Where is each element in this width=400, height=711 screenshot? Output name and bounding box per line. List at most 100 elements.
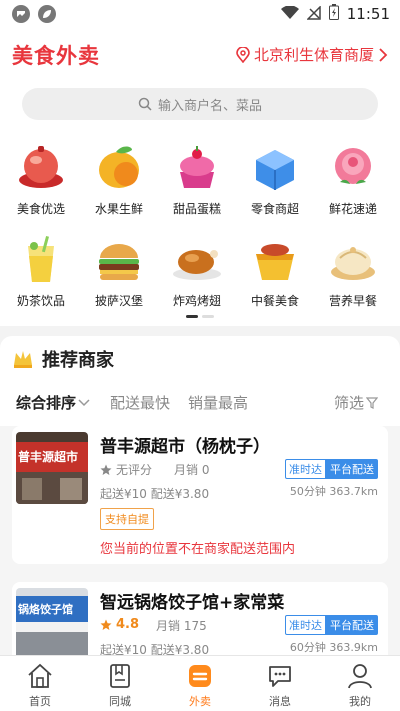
- tab-local[interactable]: 同城: [90, 662, 150, 709]
- category-chinese-food[interactable]: 中餐美食: [236, 232, 314, 309]
- store-monthly-sales: 月销 175: [156, 619, 207, 633]
- star-icon: [100, 619, 112, 630]
- filter-button[interactable]: 筛选: [334, 392, 379, 413]
- rating-score: 4.8: [116, 617, 140, 632]
- tab-label: 消息: [269, 695, 291, 708]
- store-sign-text: 普丰源超市: [18, 450, 79, 464]
- store-name: 智远锅烙饺子馆+家常菜: [100, 593, 285, 613]
- store-rating: 4.8: [100, 617, 139, 632]
- rating-text: 无评分: [116, 463, 153, 477]
- category-flowers[interactable]: 鲜花速递: [314, 140, 392, 217]
- star-icon: [100, 464, 112, 475]
- category-label: 水果生鲜: [94, 202, 143, 216]
- tab-messages[interactable]: 消息: [250, 662, 310, 709]
- store-distance: 50分钟 363.7km: [289, 485, 378, 498]
- store-monthly-sales: 月销 0: [174, 463, 210, 477]
- status-bar: 11:51: [0, 0, 400, 28]
- sort-comprehensive[interactable]: 综合排序: [16, 392, 90, 413]
- category-fruit[interactable]: 水果生鲜: [80, 140, 158, 217]
- store-card[interactable]: 锅烙饺子馆 智远锅烙饺子馆+家常菜 4.8 月销 175 准时达 平台配送 起送…: [12, 582, 388, 658]
- burger-icon: [92, 232, 146, 286]
- store-name: 普丰源超市（杨枕子）: [100, 437, 270, 457]
- category-label: 奶茶饮品: [16, 294, 65, 308]
- category-milk-tea[interactable]: 奶茶饮品: [2, 232, 80, 309]
- box-icon: [248, 140, 302, 194]
- milk-tea-icon: [14, 232, 68, 286]
- cake-icon: [170, 140, 224, 194]
- tab-home[interactable]: 首页: [10, 662, 70, 709]
- user-icon: [346, 662, 374, 690]
- book-icon: [106, 662, 134, 690]
- search-input[interactable]: 输入商户名、菜品: [22, 88, 378, 120]
- crown-icon: [14, 351, 32, 368]
- sort-fastest[interactable]: 配送最快: [110, 392, 170, 413]
- leaf-icon: [38, 5, 56, 23]
- delivery-badges: 准时达 平台配送: [285, 459, 378, 479]
- store-thumbnail: 普丰源超市: [16, 432, 88, 504]
- category-label: 美食优选: [16, 202, 65, 216]
- category-label: 营养早餐: [328, 294, 377, 308]
- takeout-icon: [186, 662, 214, 690]
- chinese-food-icon: [248, 232, 302, 286]
- category-dessert[interactable]: 甜品蛋糕: [158, 140, 236, 217]
- location-pin-icon: [236, 46, 250, 63]
- signal-off-icon: [305, 4, 321, 24]
- platform-delivery-badge: 平台配送: [326, 459, 378, 479]
- location-selector[interactable]: 北京利生体育商厦: [236, 44, 388, 65]
- store-rating: 无评分: [100, 461, 152, 478]
- chevron-down-icon: [78, 398, 90, 406]
- category-label: 鲜花速递: [328, 202, 377, 216]
- sort-top-sales-label: 销量最高: [188, 394, 249, 412]
- category-burger[interactable]: 披萨汉堡: [80, 232, 158, 309]
- store-sign-text: 锅烙饺子馆: [18, 603, 73, 616]
- category-label: 甜品蛋糕: [172, 202, 221, 216]
- category-label: 炸鸡烤翅: [172, 294, 221, 308]
- category-food[interactable]: 美食优选: [2, 140, 80, 217]
- category-label: 零食商超: [250, 202, 299, 216]
- filter-label: 筛选: [334, 394, 365, 412]
- category-label: 披萨汉堡: [94, 294, 143, 308]
- tab-label: 同城: [109, 695, 131, 708]
- sort-fastest-label: 配送最快: [110, 394, 171, 412]
- store-card[interactable]: 普丰源超市 普丰源超市（杨枕子） 无评分 月销 0 准时达 平台配送 起送¥10…: [12, 426, 388, 564]
- chat-bubble-icon: [266, 662, 294, 690]
- category-breakfast[interactable]: 营养早餐: [314, 232, 392, 309]
- recommend-title: 推荐商家: [42, 350, 114, 371]
- rose-icon: [326, 140, 380, 194]
- tab-label: 我的: [349, 695, 371, 708]
- tab-profile[interactable]: 我的: [330, 662, 390, 709]
- app-title: 美食外卖: [12, 44, 100, 68]
- sort-top-sales[interactable]: 销量最高: [188, 392, 248, 413]
- header: 美食外卖 北京利生体育商厦: [0, 28, 400, 80]
- clock-time: 11:51: [346, 5, 390, 23]
- search-icon: [138, 97, 152, 111]
- tab-label: 首页: [29, 695, 51, 708]
- tab-label: 外卖: [189, 695, 211, 708]
- notification-icon: [12, 5, 30, 23]
- sort-comprehensive-label: 综合排序: [16, 394, 77, 412]
- battery-icon: [328, 4, 339, 24]
- search-bar-section: 输入商户名、菜品: [0, 80, 400, 128]
- store-distance: 60分钟 363.9km: [289, 641, 378, 654]
- filter-icon: [366, 396, 379, 409]
- category-fried-chicken[interactable]: 炸鸡烤翅: [158, 232, 236, 309]
- page-dot-active: [186, 315, 198, 318]
- food-bowl-icon: [14, 140, 68, 194]
- roast-chicken-icon: [170, 232, 224, 286]
- mango-icon: [92, 140, 146, 194]
- ontime-badge: 准时达: [285, 615, 326, 635]
- category-snacks[interactable]: 零食商超: [236, 140, 314, 217]
- tab-takeout[interactable]: 外卖: [170, 662, 230, 709]
- chevron-right-icon: [379, 47, 388, 62]
- store-thumbnail: 锅烙饺子馆: [16, 588, 88, 658]
- sort-bar: 综合排序 配送最快 销量最高 筛选: [0, 392, 400, 420]
- location-label: 北京利生体育商厦: [253, 46, 374, 64]
- delivery-badges: 准时达 平台配送: [285, 615, 378, 635]
- category-grid: 美食优选 水果生鲜 甜品蛋糕 零食商超 鲜花速递 奶茶饮品 披萨汉堡 炸鸡烤翅 …: [0, 128, 400, 326]
- store-list: 普丰源超市 普丰源超市（杨枕子） 无评分 月销 0 准时达 平台配送 起送¥10…: [0, 426, 400, 658]
- home-icon: [26, 662, 54, 690]
- recommend-header: 推荐商家: [12, 346, 114, 372]
- page-dot: [202, 315, 214, 318]
- dumpling-icon: [326, 232, 380, 286]
- bottom-tab-bar: 首页 同城 外卖 消息 我的: [0, 655, 400, 711]
